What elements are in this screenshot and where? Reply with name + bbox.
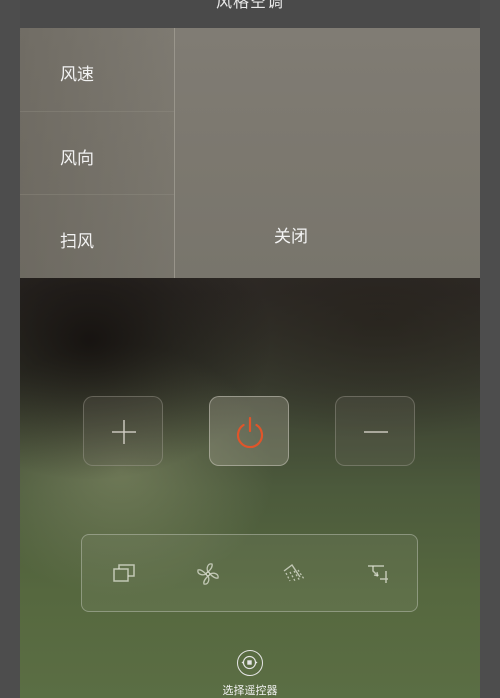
power-icon (236, 416, 264, 449)
window-mode-icon[interactable] (110, 559, 140, 589)
plus-icon (112, 420, 136, 444)
menu-separator (20, 194, 174, 195)
menu-separator (20, 111, 174, 112)
remote-icon (241, 655, 258, 670)
select-remote-label: 选择遥控器 (222, 684, 278, 697)
swing-icon[interactable] (278, 559, 308, 589)
menu-divider (174, 28, 175, 278)
page-title: 风格空调 (215, 0, 284, 11)
menu-category-list (20, 28, 174, 278)
timer-icon[interactable] (364, 559, 394, 589)
settings-menu: 风速 风向 扫风 关闭 (20, 28, 480, 278)
title-bar: 风格空调 (20, 0, 480, 28)
power-button[interactable] (209, 396, 289, 466)
fan-icon[interactable] (193, 559, 223, 589)
increase-button[interactable] (83, 396, 163, 466)
minus-icon (364, 431, 388, 433)
menu-item-swing[interactable]: 扫风 (60, 227, 94, 252)
decrease-button[interactable] (335, 396, 415, 466)
menu-item-fan-speed[interactable]: 风速 (60, 60, 94, 85)
menu-option-off[interactable]: 关闭 (274, 222, 308, 247)
mode-panel (81, 534, 418, 612)
select-remote-button[interactable] (237, 650, 263, 676)
app-screen: 风格空调 风速 风向 扫风 关闭 选择遥控器 (20, 0, 480, 698)
menu-item-wind-direction[interactable]: 风向 (60, 144, 94, 169)
